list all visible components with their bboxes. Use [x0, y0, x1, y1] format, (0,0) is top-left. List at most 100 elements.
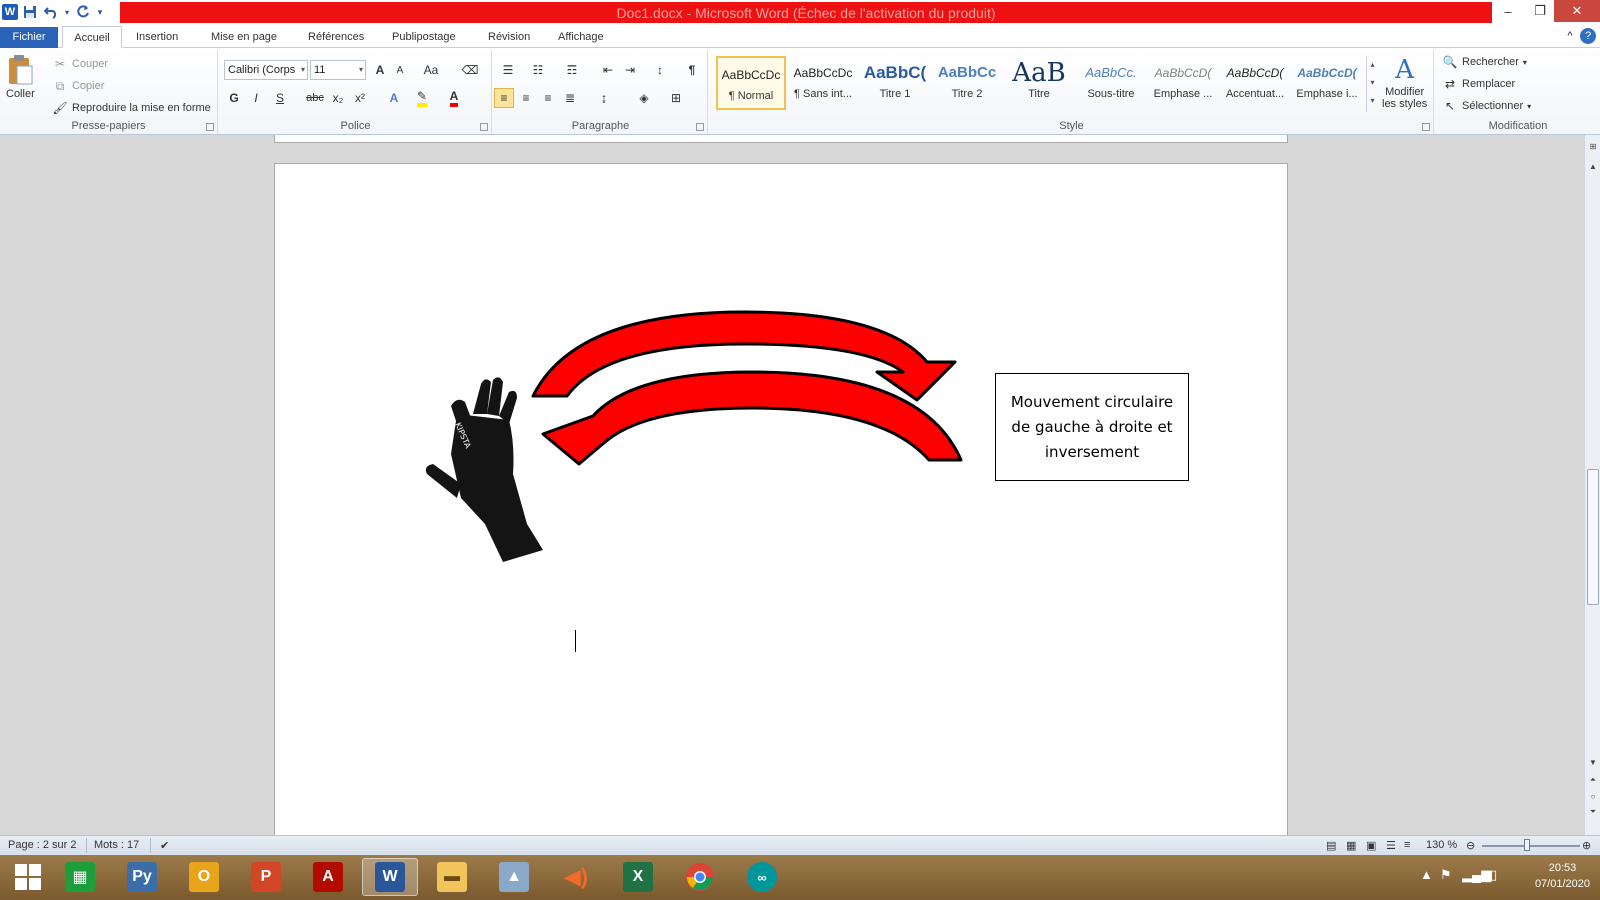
- style-emphase-pale[interactable]: AaBbCcD( Emphase ...: [1148, 56, 1218, 110]
- line-spacing-icon[interactable]: ↨: [594, 88, 614, 108]
- zoom-in-icon[interactable]: ⊕: [1582, 839, 1591, 852]
- page-count[interactable]: Page : 2 sur 2: [8, 839, 77, 851]
- annotation-textbox[interactable]: Mouvement circulaire de gauche à droite …: [995, 373, 1189, 481]
- highlight-icon[interactable]: ✎: [412, 88, 432, 108]
- subscript-button[interactable]: x₂: [328, 88, 348, 108]
- tab-mise-en-page[interactable]: Mise en page: [203, 26, 285, 48]
- battery-icon[interactable]: ▯: [1490, 867, 1497, 883]
- document-area[interactable]: KIPSTA Mouvement circulaire de gauche à …: [0, 135, 1584, 835]
- vertical-scrollbar[interactable]: ⊞ ▲ ▼ ⏶ ○ ⏷: [1584, 135, 1600, 835]
- multilevel-list-icon[interactable]: ☶: [562, 60, 582, 80]
- previous-page-icon[interactable]: ⏶: [1585, 773, 1600, 787]
- format-painter-button[interactable]: 🖌 Reproduire la mise en forme: [52, 100, 210, 116]
- scroll-thumb[interactable]: [1587, 469, 1599, 605]
- styles-scroll[interactable]: ▴ ▾ ▾: [1366, 56, 1378, 112]
- store-app[interactable]: ▦: [52, 858, 108, 896]
- zoom-out-icon[interactable]: ⊖: [1466, 839, 1475, 852]
- replace-button[interactable]: ⇄ Remplacer: [1442, 76, 1515, 92]
- borders-icon[interactable]: ⊞: [666, 88, 686, 108]
- python-app[interactable]: Py: [114, 858, 170, 896]
- italic-button[interactable]: I: [246, 88, 266, 108]
- tab-references[interactable]: Références: [300, 26, 372, 48]
- word-app[interactable]: W: [362, 858, 418, 896]
- restore-icon[interactable]: ❐: [1526, 0, 1554, 22]
- shrink-font-button[interactable]: A: [390, 60, 410, 80]
- chrome-app[interactable]: [672, 858, 728, 896]
- help-icon[interactable]: ?: [1580, 28, 1596, 44]
- superscript-button[interactable]: x²: [350, 88, 370, 108]
- clear-formatting-icon[interactable]: ⌫: [460, 60, 480, 80]
- style-emphase-intense[interactable]: AaBbCcD( Emphase i...: [1292, 56, 1362, 110]
- proofing-icon[interactable]: ✔: [160, 839, 169, 852]
- zoom-level[interactable]: 130 %: [1426, 839, 1457, 851]
- font-family-select[interactable]: Calibri (Corps ▾: [224, 60, 308, 80]
- chevron-down-icon[interactable]: ▾: [63, 3, 71, 21]
- zoom-slider-track[interactable]: [1482, 845, 1580, 847]
- tab-accueil[interactable]: Accueil: [62, 26, 122, 48]
- arrow-left-shape[interactable]: [533, 364, 973, 484]
- web-layout-icon[interactable]: ▣: [1366, 839, 1376, 852]
- align-left-icon[interactable]: ≡: [494, 88, 514, 108]
- next-page-icon[interactable]: ⏷: [1585, 805, 1600, 819]
- redo-icon[interactable]: [74, 3, 92, 21]
- draft-icon[interactable]: ≡: [1404, 839, 1410, 851]
- sort-icon[interactable]: ↕: [650, 60, 670, 80]
- close-icon[interactable]: ✕: [1554, 0, 1600, 22]
- tab-affichage[interactable]: Affichage: [550, 26, 612, 48]
- tab-publipostage[interactable]: Publipostage: [384, 26, 464, 48]
- bold-button[interactable]: G: [224, 88, 244, 108]
- save-icon[interactable]: [21, 3, 39, 21]
- undo-icon[interactable]: [42, 3, 60, 21]
- numbering-icon[interactable]: ☷: [528, 60, 548, 80]
- cut-button[interactable]: ✂ Couper: [52, 56, 108, 72]
- zoom-slider-knob[interactable]: [1524, 839, 1530, 851]
- style-titre[interactable]: AaB Titre: [1004, 56, 1074, 110]
- style-titre-1[interactable]: AaBbC( Titre 1: [860, 56, 930, 110]
- font-size-select[interactable]: 11 ▾: [310, 60, 366, 80]
- speaker-app[interactable]: ◀): [548, 858, 604, 896]
- powerpoint-app[interactable]: P: [238, 858, 294, 896]
- underline-button[interactable]: S: [270, 88, 290, 108]
- scroll-down-icon[interactable]: ▼: [1585, 755, 1600, 769]
- style-accentuation[interactable]: AaBbCcD( Accentuat...: [1220, 56, 1290, 110]
- scroll-up-icon[interactable]: ▲: [1585, 159, 1600, 173]
- outlook-app[interactable]: O: [176, 858, 232, 896]
- justify-icon[interactable]: ≣: [560, 88, 580, 108]
- outline-icon[interactable]: ☰: [1386, 839, 1396, 852]
- document-page[interactable]: KIPSTA Mouvement circulaire de gauche à …: [274, 163, 1288, 835]
- photos-app[interactable]: ▲: [486, 858, 542, 896]
- network-icon[interactable]: ▂▄▆: [1462, 867, 1491, 883]
- strikethrough-button[interactable]: abc: [302, 88, 328, 108]
- style-normal[interactable]: AaBbCcDc ¶ Normal: [716, 56, 786, 110]
- styles-launcher-icon[interactable]: [1422, 123, 1430, 131]
- copy-button[interactable]: ⧉ Copier: [52, 78, 105, 94]
- ruler-toggle-icon[interactable]: ⊞: [1585, 139, 1600, 153]
- tray-expand-icon[interactable]: ▲: [1420, 867, 1433, 882]
- customize-qat-icon[interactable]: ▾: [95, 3, 105, 21]
- word-count[interactable]: Mots : 17: [94, 839, 139, 851]
- align-center-icon[interactable]: ≡: [516, 88, 536, 108]
- text-effects-icon[interactable]: A: [384, 88, 404, 108]
- arduino-app[interactable]: ∞: [734, 858, 790, 896]
- modify-styles-button[interactable]: A Modifier les styles: [1382, 54, 1427, 110]
- style-sans-interligne[interactable]: AaBbCcDc ¶ Sans int...: [788, 56, 858, 110]
- tab-insertion[interactable]: Insertion: [128, 26, 186, 48]
- select-button[interactable]: ↖ Sélectionner ▾: [1442, 98, 1531, 114]
- style-sous-titre[interactable]: AaBbCc. Sous-titre: [1076, 56, 1146, 110]
- full-screen-reading-icon[interactable]: ▦: [1346, 839, 1356, 852]
- browse-object-icon[interactable]: ○: [1585, 789, 1600, 803]
- clock[interactable]: 20:53 07/01/2020: [1535, 860, 1590, 892]
- shading-icon[interactable]: ◈: [634, 88, 654, 108]
- find-button[interactable]: 🔍 Rechercher ▾: [1442, 54, 1527, 70]
- font-color-icon[interactable]: A: [444, 88, 464, 108]
- tab-fichier[interactable]: Fichier: [0, 27, 58, 48]
- start-button[interactable]: [0, 858, 56, 896]
- word-app-icon[interactable]: W: [2, 4, 18, 20]
- paragraph-launcher-icon[interactable]: [696, 123, 704, 131]
- acrobat-app[interactable]: A: [300, 858, 356, 896]
- minimize-icon[interactable]: –: [1494, 0, 1522, 22]
- minimize-ribbon-icon[interactable]: ^: [1562, 28, 1578, 44]
- bullets-icon[interactable]: ☰: [498, 60, 518, 80]
- grow-font-button[interactable]: A: [370, 60, 390, 80]
- paste-button[interactable]: Coller: [6, 54, 35, 100]
